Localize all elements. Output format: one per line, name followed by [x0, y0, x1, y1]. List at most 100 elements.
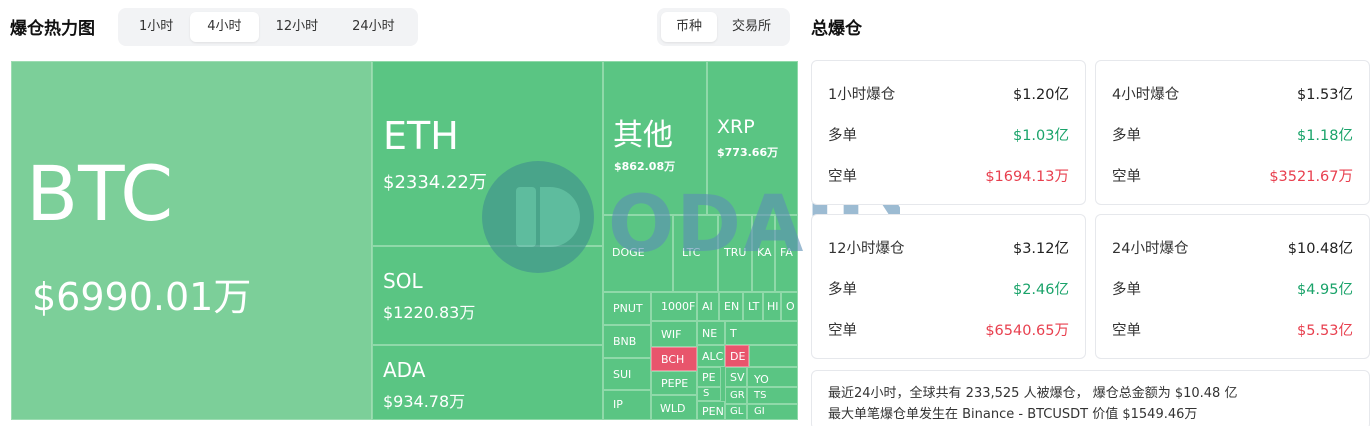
treemap-cell-fa[interactable]: FA — [775, 215, 798, 292]
summary-line-1: 最近24小时，全球共有 233,525 人被爆仓， 爆仓总金额为 $10.48 … — [828, 386, 1238, 401]
cell-value: $2334.22万 — [383, 172, 487, 193]
cell-symbol: GL — [730, 406, 744, 417]
treemap-cell-pepe[interactable]: PEPE — [651, 371, 697, 395]
cell-symbol: PE — [702, 371, 716, 384]
card-total: $1.53亿 — [1296, 87, 1353, 103]
card-long-label: 多单 — [828, 128, 857, 144]
treemap-cell-ka[interactable]: KA — [752, 215, 775, 292]
treemap-cell-ai[interactable]: AI — [697, 292, 719, 321]
card-period: 12小时爆仓 — [828, 241, 905, 257]
treemap-cell-en[interactable]: EN — [719, 292, 743, 321]
treemap-cell-gl[interactable]: GL — [725, 404, 747, 420]
card-short-value: $1694.13万 — [985, 169, 1069, 185]
card-long-label: 多单 — [1112, 282, 1141, 298]
treemap-cell-ltc[interactable]: LTC — [673, 215, 718, 292]
cell-symbol: SUI — [613, 368, 632, 381]
heatmap-title: 爆仓热力图 — [10, 19, 95, 39]
cell-symbol: LTC — [682, 246, 701, 259]
tab-exchange[interactable]: 交易所 — [717, 12, 786, 42]
treemap-cell-1000f[interactable]: 1000F — [651, 292, 697, 321]
cell-symbol: DOGE — [612, 246, 645, 259]
cell-symbol: WLD — [660, 402, 686, 415]
liquidation-summary: 最近24小时，全球共有 233,525 人被爆仓， 爆仓总金额为 $10.48 … — [811, 370, 1370, 426]
treemap-cell-sv[interactable]: SV — [725, 367, 747, 387]
cell-symbol: HI — [767, 300, 779, 313]
treemap-cell-gi[interactable]: GI — [747, 404, 798, 420]
tab-coin[interactable]: 币种 — [661, 12, 718, 42]
cell-symbol: BNB — [613, 335, 637, 348]
card-total: $10.48亿 — [1287, 241, 1353, 257]
treemap-cell-wif[interactable]: WIF — [651, 321, 697, 347]
tab-12h[interactable]: 12小时 — [259, 12, 336, 42]
liquidation-card-12h: 12小时爆仓 $3.12亿 多单 $2.46亿 空单 $6540.65万 — [811, 214, 1086, 359]
cell-symbol: PEPE — [661, 377, 689, 390]
card-short-value: $6540.65万 — [985, 323, 1069, 339]
cell-symbol: O — [786, 300, 795, 313]
cell-value: $6990.01万 — [32, 275, 252, 319]
treemap-cell-t[interactable]: T — [725, 321, 798, 345]
liquidation-treemap: BTC $6990.01万 ETH $2334.22万 SOL $1220.83… — [11, 61, 798, 420]
treemap-cell-other[interactable]: 其他 $862.08万 — [603, 61, 707, 215]
treemap-cell-ada[interactable]: ADA $934.78万 — [372, 345, 603, 420]
liquidation-card-1h: 1小时爆仓 $1.20亿 多单 $1.03亿 空单 $1694.13万 — [811, 60, 1086, 205]
tab-4h[interactable]: 4小时 — [190, 12, 259, 42]
cell-symbol: NE — [702, 327, 718, 340]
treemap-cell-wld[interactable]: WLD — [651, 395, 697, 420]
cell-symbol: 1000F — [661, 300, 696, 313]
card-period: 1小时爆仓 — [828, 87, 896, 103]
cell-symbol: EN — [724, 300, 740, 313]
cell-symbol: TS — [754, 390, 767, 401]
category-tabs: 币种 交易所 — [657, 8, 791, 46]
treemap-cell-hi[interactable]: HI — [763, 292, 781, 321]
cell-symbol: BTC — [26, 149, 174, 238]
treemap-cell-gr[interactable]: GR — [725, 387, 747, 404]
treemap-cell-s[interactable]: S — [697, 387, 721, 401]
card-short-value: $5.53亿 — [1296, 323, 1353, 339]
treemap-cell-alc[interactable]: ALC — [697, 345, 725, 367]
treemap-cell-ip[interactable]: IP — [603, 390, 651, 420]
card-long-value: $2.46亿 — [1012, 282, 1069, 298]
cell-value: $934.78万 — [383, 392, 466, 411]
treemap-cell-bch[interactable]: BCH — [651, 347, 697, 371]
treemap-cell-btc[interactable]: BTC $6990.01万 — [11, 61, 372, 420]
card-short-value: $3521.67万 — [1269, 169, 1353, 185]
cell-symbol: WIF — [661, 328, 682, 341]
cell-symbol: ADA — [383, 358, 426, 382]
treemap-cell-yo[interactable]: YO — [747, 367, 798, 387]
cell-symbol: KA — [757, 246, 772, 259]
treemap-cell-pe[interactable]: PE — [697, 367, 721, 387]
card-total: $3.12亿 — [1012, 241, 1069, 257]
treemap-cell-bnb[interactable]: BNB — [603, 325, 651, 358]
treemap-cell-tru[interactable]: TRU — [718, 215, 752, 292]
treemap-cell-pnut[interactable]: PNUT — [603, 292, 651, 325]
treemap-cell-sol[interactable]: SOL $1220.83万 — [372, 246, 603, 345]
treemap-cell-sui[interactable]: SUI — [603, 358, 651, 390]
treemap-cell-small-a[interactable] — [749, 345, 798, 367]
treemap-cell-doge[interactable]: DOGE — [603, 215, 673, 292]
card-long-value: $1.18亿 — [1296, 128, 1353, 144]
treemap-cell-xrp[interactable]: XRP $773.66万 — [707, 61, 798, 215]
cell-symbol: DE — [730, 350, 746, 363]
cell-symbol: GR — [730, 390, 745, 401]
treemap-cell-de[interactable]: DE — [725, 345, 749, 367]
treemap-cell-lt[interactable]: LT — [743, 292, 763, 321]
card-short-label: 空单 — [1112, 169, 1141, 185]
treemap-cell-ne[interactable]: NE — [697, 321, 725, 345]
card-long-value: $4.95亿 — [1296, 282, 1353, 298]
treemap-cell-o[interactable]: O — [781, 292, 798, 321]
cell-value: $773.66万 — [717, 146, 779, 159]
tab-1h[interactable]: 1小时 — [122, 12, 190, 42]
card-long-label: 多单 — [1112, 128, 1141, 144]
treemap-cell-ts[interactable]: TS — [747, 387, 798, 404]
cell-symbol: SV — [730, 371, 745, 384]
cell-symbol: YO — [754, 373, 769, 386]
treemap-cell-eth[interactable]: ETH $2334.22万 — [372, 61, 603, 246]
card-long-value: $1.03亿 — [1012, 128, 1069, 144]
time-range-tabs: 1小时 4小时 12小时 24小时 — [118, 8, 418, 46]
cell-symbol: LT — [748, 300, 760, 313]
treemap-cell-pen[interactable]: PEN — [697, 401, 725, 420]
tab-24h[interactable]: 24小时 — [335, 12, 412, 42]
cell-symbol: ETH — [383, 114, 459, 158]
cell-symbol: ALC — [702, 350, 724, 363]
cell-symbol: 其他 — [613, 118, 673, 153]
